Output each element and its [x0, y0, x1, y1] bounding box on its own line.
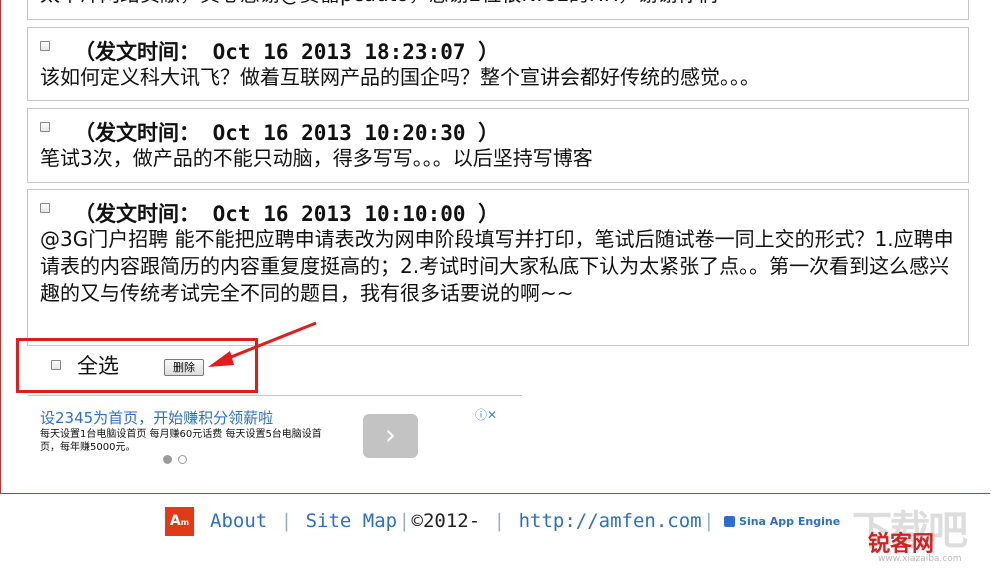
post-text: @3G门户招聘 能不能把应聘申请表改为网申阶段填写并打印，笔试后随试卷一同上交的… [40, 227, 954, 305]
ad-info-close-icon[interactable]: ⓘ✕ [475, 406, 497, 423]
carousel-dots [163, 455, 187, 464]
carousel-dot[interactable] [178, 455, 187, 464]
post-text: 笔试3次，做产品的不能只动脑，得多写写。。。以后坚持写博客 [40, 146, 593, 170]
site-url-link[interactable]: http://amfen.com [519, 510, 702, 532]
ad-description: 每天设置1台电脑设首页 每月赚60元话费 每天设置5台电脑设首页，每年赚5000… [40, 429, 322, 453]
amfen-logo[interactable]: Am [165, 506, 194, 536]
post-partial: 太平洋网络贡献，真心感谢@贾嚣pcauto，感谢2位很NICE的HR，谢谢你们 [27, 0, 969, 20]
carousel-dot[interactable] [163, 455, 172, 464]
post-text: 太平洋网络贡献，真心感谢@贾嚣pcauto，感谢2位很NICE的HR，谢谢你们 [40, 0, 960, 8]
post-time: （发文时间： Oct 16 2013 10:10:00 ） [74, 202, 500, 226]
post-time: （发文时间： Oct 16 2013 10:20:30 ） [74, 121, 500, 145]
ad-banner[interactable]: 设2345为首页，开始赚积分领薪啦 每天设置1台电脑设首页 每月赚60元话费 每… [33, 404, 511, 472]
post-text: 该如何定义科大讯飞？做着互联网产品的国企吗？整个宣讲会都好传统的感觉。。。 [40, 65, 760, 89]
post-checkbox[interactable] [40, 122, 50, 132]
footer: Am About | Site Map | ©2012- | http://am… [165, 503, 840, 539]
separator: | [496, 510, 503, 532]
chevron-right-icon[interactable]: › [363, 414, 418, 458]
separator: | [283, 510, 290, 532]
post-item: （发文时间： Oct 16 2013 18:23:07 ） 该如何定义科大讯飞？… [27, 27, 969, 101]
ad-title[interactable]: 设2345为首页，开始赚积分领薪啦 [40, 407, 273, 428]
post-checkbox[interactable] [40, 203, 50, 213]
post-item: （发文时间： Oct 16 2013 10:10:00 ） @3G门户招聘 能不… [27, 189, 969, 346]
watermark: 下载吧 锐客网 www.xiazaiba.com [852, 498, 982, 566]
post-checkbox[interactable] [40, 41, 50, 51]
copyright: ©2012- [411, 510, 481, 532]
about-link[interactable]: About [210, 510, 267, 532]
annotation-arrow-icon [208, 321, 317, 367]
divider [28, 395, 522, 396]
sina-app-engine-badge[interactable]: Sina App Engine [724, 515, 840, 528]
sae-icon [724, 515, 736, 527]
separator: | [401, 510, 408, 532]
post-time: （发文时间： Oct 16 2013 18:23:07 ） [74, 40, 500, 64]
separator: | [705, 510, 713, 532]
post-item: （发文时间： Oct 16 2013 10:20:30 ） 笔试3次，做产品的不… [27, 108, 969, 183]
sitemap-link[interactable]: Site Map [306, 510, 398, 532]
watermark-url: www.xiazaiba.com [878, 554, 962, 564]
